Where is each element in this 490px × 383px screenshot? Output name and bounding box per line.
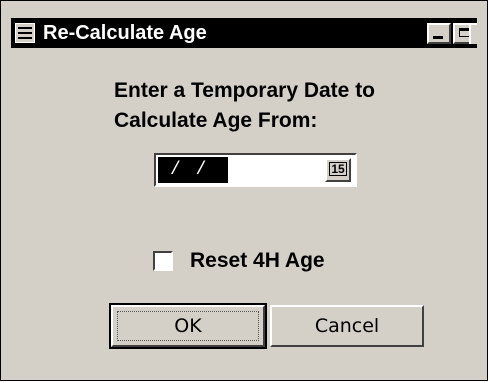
- prompt-text: Enter a Temporary Date to Calculate Age …: [114, 79, 376, 132]
- date-input[interactable]: / /: [158, 157, 228, 183]
- date-field[interactable]: / / 15: [154, 153, 357, 187]
- window-menu-icon[interactable]: [15, 23, 35, 43]
- minimize-icon: [433, 36, 443, 39]
- ok-button[interactable]: OK: [109, 303, 267, 349]
- calendar-icon: 15: [329, 162, 347, 176]
- minimize-button[interactable]: [427, 23, 451, 44]
- dialog-window: Re-Calculate Age Enter a Temporary Date …: [0, 0, 488, 381]
- cancel-button[interactable]: Cancel: [270, 305, 424, 347]
- window-title: Re-Calculate Age: [43, 22, 207, 44]
- title-bar[interactable]: Re-Calculate Age: [11, 18, 477, 48]
- calendar-button[interactable]: 15: [325, 158, 351, 182]
- close-button-partial[interactable]: [469, 23, 477, 44]
- reset-4h-age-label[interactable]: Reset 4H Age: [190, 247, 325, 275]
- reset-4h-age-checkbox[interactable]: [153, 251, 173, 271]
